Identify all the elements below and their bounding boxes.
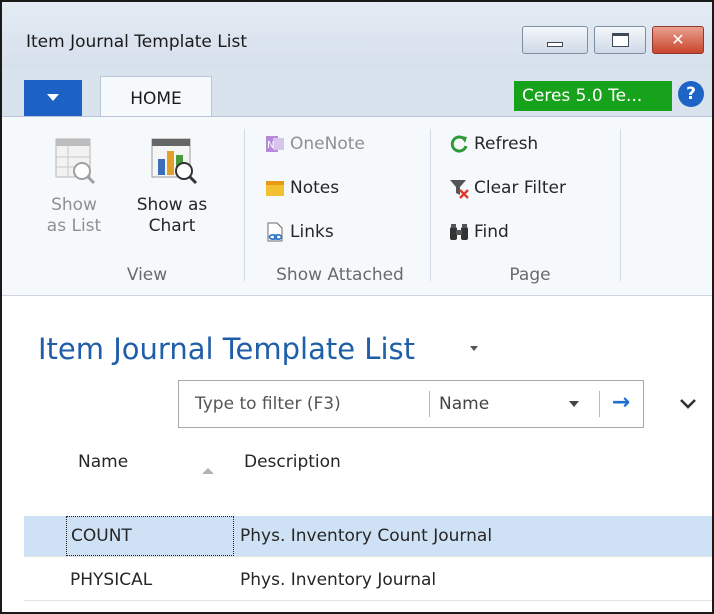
column-header-name[interactable]: Name <box>78 452 128 472</box>
links-button[interactable]: Links <box>264 221 334 243</box>
filter-input[interactable] <box>179 381 425 427</box>
clear-filter-label: Clear Filter <box>474 178 566 198</box>
cell-name[interactable]: COUNT <box>66 516 234 556</box>
dropdown-caret-icon <box>47 94 59 101</box>
svg-text:N: N <box>267 140 274 151</box>
filter-box: Name → <box>178 380 644 428</box>
close-icon: ✕ <box>671 30 685 49</box>
show-as-list-icon <box>55 138 96 185</box>
filter-divider <box>599 391 600 417</box>
row-divider <box>24 600 712 601</box>
filter-field-value: Name <box>439 394 490 414</box>
filter-field-select[interactable]: Name <box>439 381 587 427</box>
show-as-chart-label: Show as Chart <box>136 195 208 236</box>
maximize-icon <box>612 33 629 47</box>
cell-name[interactable]: PHYSICAL <box>66 560 234 600</box>
onenote-button[interactable]: N OneNote <box>264 133 365 155</box>
table-row[interactable]: COUNT Phys. Inventory Count Journal <box>24 516 712 556</box>
help-icon[interactable]: ? <box>678 81 704 107</box>
notes-button[interactable]: Notes <box>264 177 339 199</box>
minimize-icon <box>547 42 563 47</box>
chevron-down-icon <box>569 401 579 407</box>
notes-icon <box>266 181 284 196</box>
title-bar: Item Journal Template List ✕ <box>2 2 712 68</box>
onenote-label: OneNote <box>290 134 365 154</box>
minimize-button[interactable] <box>522 26 588 54</box>
arrow-right-icon[interactable]: → <box>603 381 639 427</box>
ribbon-separator <box>244 129 245 281</box>
clear-filter-icon <box>450 180 469 199</box>
group-view-label: View <box>126 265 168 285</box>
notes-label: Notes <box>290 178 340 198</box>
group-page-label: Page <box>509 265 551 285</box>
chevron-down-icon[interactable] <box>676 392 700 416</box>
window-title: Item Journal Template List <box>26 32 247 52</box>
tab-home-label: HOME <box>130 89 182 109</box>
refresh-button[interactable]: Refresh <box>448 133 538 155</box>
page-title-dropdown-icon[interactable] <box>470 346 478 351</box>
show-as-list-label: Show as List <box>46 195 102 236</box>
ribbon: Show as List Show as Chart View N OneNot… <box>2 116 712 296</box>
find-label: Find <box>474 222 509 242</box>
links-icon <box>267 222 283 242</box>
clear-filter-button[interactable]: Clear Filter <box>448 177 566 199</box>
show-as-chart-icon <box>151 138 198 185</box>
tab-home[interactable]: HOME <box>100 76 212 118</box>
maximize-button[interactable] <box>594 26 646 54</box>
sort-ascending-icon <box>202 468 214 474</box>
find-icon <box>450 224 468 240</box>
ribbon-tab-row: HOME Ceres 5.0 Te... ? <box>2 68 712 118</box>
filter-divider <box>429 391 430 417</box>
column-header-description[interactable]: Description <box>244 452 341 472</box>
refresh-label: Refresh <box>474 134 539 154</box>
row-divider <box>24 556 712 557</box>
cell-description: Phys. Inventory Journal <box>240 570 437 590</box>
cell-description: Phys. Inventory Count Journal <box>240 526 493 546</box>
show-as-chart-button[interactable]: Show as Chart <box>124 135 220 237</box>
ribbon-separator <box>620 129 621 281</box>
table-row[interactable]: PHYSICAL Phys. Inventory Journal <box>24 560 712 600</box>
app-window: Item Journal Template List ✕ HOME Ceres … <box>0 0 714 614</box>
find-button[interactable]: Find <box>448 221 509 243</box>
links-label: Links <box>290 222 334 242</box>
show-as-list-button[interactable]: Show as List <box>42 135 106 237</box>
page-title[interactable]: Item Journal Template List <box>38 332 415 366</box>
application-menu-button[interactable] <box>24 80 82 116</box>
group-show-attached-label: Show Attached <box>276 265 404 285</box>
refresh-icon <box>450 135 468 153</box>
onenote-icon: N <box>266 136 284 152</box>
ribbon-separator <box>430 129 431 281</box>
company-badge[interactable]: Ceres 5.0 Te... <box>514 81 672 111</box>
close-button[interactable]: ✕ <box>652 26 704 54</box>
